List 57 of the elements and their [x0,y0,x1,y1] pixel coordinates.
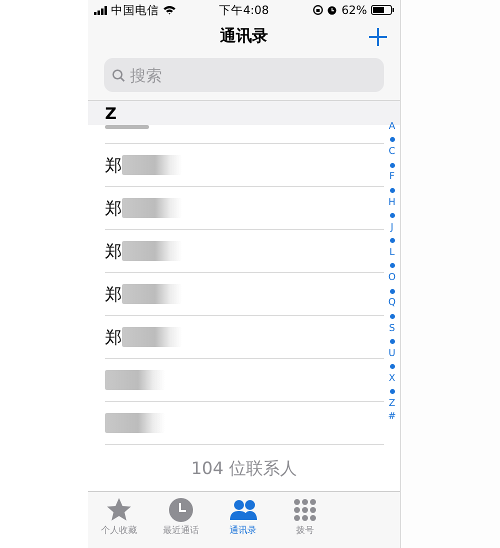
redaction-mark [122,284,182,304]
battery-percent: 62% [341,3,368,17]
index-dot [390,137,394,142]
index-letter[interactable]: J [390,222,394,234]
tab[interactable]: 拨号 [274,492,336,542]
index-letter[interactable]: Z [388,398,396,411]
index-dot [390,338,394,344]
redaction-mark [122,327,182,347]
rotation-lock-icon [313,5,324,15]
contact-count: 104 位联系人 [190,458,298,480]
search-field[interactable]: 搜索 [104,58,384,92]
index-letter[interactable]: F [389,171,395,184]
index-dot [390,263,394,268]
index-dot [390,188,394,193]
index-letter[interactable]: L [389,246,395,260]
tab[interactable]: 个人收藏 [88,492,150,542]
index-letter[interactable]: # [388,410,396,424]
index-letter[interactable]: S [388,322,396,336]
index-dot [390,288,394,294]
alarm-icon [327,5,338,15]
redaction-mark [122,198,182,218]
tab[interactable]: 通讯录 [212,492,274,542]
index-letter[interactable]: Q [388,297,396,310]
index-dot [390,314,394,319]
redaction-mark [105,413,165,433]
index-letter[interactable]: C [388,146,396,159]
contact-name[interactable]: 郑 [105,196,122,220]
index-dot [390,212,394,218]
add-icon[interactable] [368,27,388,47]
signal-icon [94,6,107,14]
index-letter[interactable]: X [388,372,396,386]
index-dot [390,162,394,168]
carrier-name: 中国电信 [111,2,159,18]
contact-name[interactable]: 郑 [105,154,122,176]
clock-icon [168,497,194,522]
index-letter[interactable]: O [388,272,396,285]
redaction-mark [105,125,149,129]
screen-title: 通讯录 [220,26,268,46]
redaction-mark [122,241,182,261]
index-letter[interactable]: H [388,196,396,210]
index-letter[interactable]: U [388,348,396,360]
battery-icon [371,5,394,15]
redaction-mark [122,155,182,175]
index-dot [390,389,394,394]
contact-name[interactable]: 郑 [105,282,122,306]
tab[interactable]: 最近通话 [150,492,212,542]
keypad-icon [292,497,318,522]
star-icon [106,497,132,522]
contact-name[interactable]: 郑 [105,326,122,348]
search-icon [112,69,125,82]
redaction-mark [105,370,165,390]
people-icon [230,497,256,522]
index-dot [390,364,394,370]
wifi-icon [163,5,176,15]
contact-name[interactable]: 郑 [105,240,122,262]
clock-time: 下午4:08 [219,2,269,18]
index-dot [390,238,394,244]
